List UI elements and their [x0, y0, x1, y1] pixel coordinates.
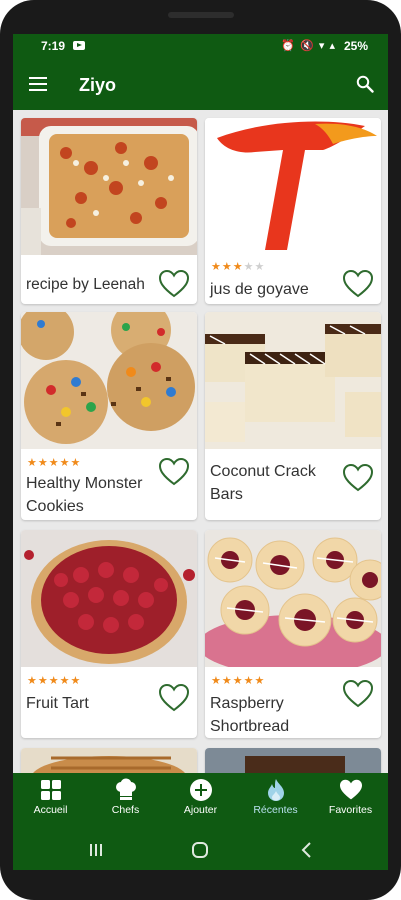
- nav-label: Récentes: [253, 804, 298, 816]
- favorite-heart-icon[interactable]: [159, 270, 189, 298]
- recipe-image: [205, 748, 381, 773]
- favorite-heart-icon[interactable]: [159, 458, 189, 486]
- app-bar: Ziyo: [13, 60, 388, 110]
- favorite-heart-icon[interactable]: [343, 464, 373, 492]
- recipe-title: Coconut Crack Bars: [210, 463, 316, 503]
- recipe-grid: recipe by Leenah ★★★★★ jus de goyave ★★★…: [13, 110, 388, 773]
- recipe-image: [205, 312, 381, 449]
- nav-recentes[interactable]: Récentes: [238, 777, 313, 816]
- nav-label: Ajouter: [183, 804, 218, 816]
- search-icon[interactable]: [356, 75, 374, 93]
- bottom-navigation: Accueil Chefs Ajouter Récentes Favorites: [13, 773, 388, 829]
- favorite-heart-icon[interactable]: [343, 270, 373, 298]
- recipe-title: Raspberry Shortbread: [210, 695, 290, 735]
- nav-accueil[interactable]: Accueil: [13, 777, 88, 816]
- heart-icon: [313, 777, 388, 803]
- nav-label: Favorites: [328, 804, 373, 816]
- status-time: 7:19: [41, 39, 66, 53]
- recipe-rating: ★★★★★: [211, 675, 266, 687]
- hamburger-menu-icon[interactable]: [29, 77, 47, 91]
- youtube-notification-icon: [73, 41, 85, 50]
- home-icon[interactable]: [191, 841, 209, 859]
- grid-icon: [13, 777, 88, 803]
- app-title: Ziyo: [79, 75, 117, 95]
- recent-apps-icon[interactable]: [88, 842, 104, 858]
- phone-frame: 7:19 ⏰ 🔇 ▾ ▴ 25% Ziyo recipe by Leenah ★…: [0, 0, 401, 900]
- nav-label: Chefs: [111, 804, 140, 816]
- nav-chefs[interactable]: Chefs: [88, 777, 163, 816]
- recipe-card-raspberry-shortbread[interactable]: ★★★★★ Raspberry Shortbread: [205, 530, 381, 738]
- recipe-title: jus de goyave: [210, 281, 309, 298]
- recipe-image: [21, 530, 197, 667]
- recipe-title: Fruit Tart: [26, 695, 89, 712]
- back-icon[interactable]: [299, 841, 313, 859]
- battery-level: 25%: [343, 39, 368, 53]
- recipe-card-partial[interactable]: [205, 748, 381, 773]
- nav-label: Accueil: [33, 804, 68, 816]
- recipe-card-monster-cookies[interactable]: ★★★★★ Healthy Monster Cookies: [21, 312, 197, 520]
- nav-favorites[interactable]: Favorites: [313, 777, 388, 816]
- recipe-image: [21, 118, 197, 255]
- plus-circle-icon: [163, 777, 238, 803]
- flame-icon: [238, 777, 313, 803]
- recipe-card-partial[interactable]: [21, 748, 197, 773]
- speaker-grille: [168, 12, 234, 18]
- recipe-card-fruit-tart[interactable]: ★★★★★ Fruit Tart: [21, 530, 197, 738]
- recipe-image: [205, 530, 381, 667]
- recipe-rating: ★★★★★: [211, 261, 266, 273]
- system-navigation-bar: [13, 829, 388, 870]
- recipe-image: [21, 748, 197, 773]
- status-icons: ⏰ 🔇 ▾ ▴: [281, 40, 336, 52]
- recipe-rating: ★★★★★: [27, 457, 82, 469]
- recipe-rating: ★★★★★: [27, 675, 82, 687]
- chef-hat-icon: [88, 777, 163, 803]
- recipe-image: [21, 312, 197, 449]
- recipe-title: Healthy Monster Cookies: [26, 475, 143, 515]
- recipe-card-leenah[interactable]: recipe by Leenah: [21, 118, 197, 304]
- favorite-heart-icon[interactable]: [343, 680, 373, 708]
- nav-ajouter[interactable]: Ajouter: [163, 777, 238, 816]
- status-bar: 7:19 ⏰ 🔇 ▾ ▴ 25%: [13, 34, 388, 60]
- favorite-heart-icon[interactable]: [159, 684, 189, 712]
- screen: 7:19 ⏰ 🔇 ▾ ▴ 25% Ziyo recipe by Leenah ★…: [13, 34, 388, 870]
- recipe-card-jus-de-goyave[interactable]: ★★★★★ jus de goyave: [205, 118, 381, 304]
- recipe-card-coconut-crack-bars[interactable]: Coconut Crack Bars: [205, 312, 381, 520]
- recipe-image: [205, 118, 381, 255]
